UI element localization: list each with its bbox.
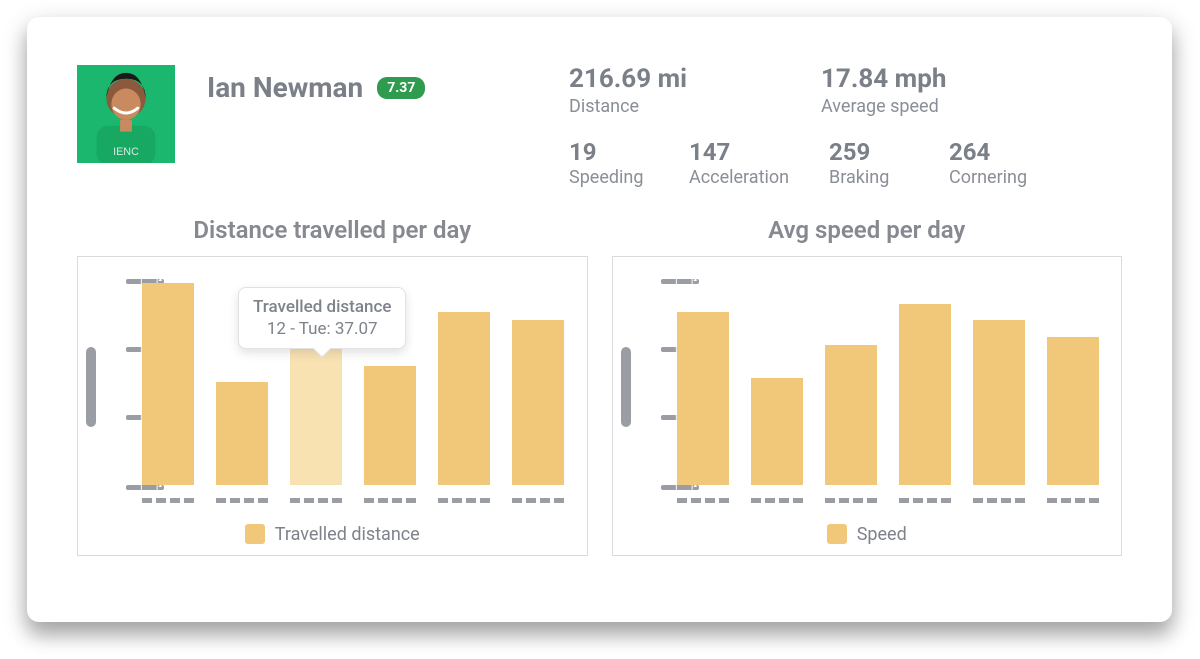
- chart-bar[interactable]: [364, 366, 416, 485]
- chart-bar[interactable]: [142, 283, 194, 485]
- chart-speed-bars: [673, 279, 1104, 485]
- chart-speed: Avg speed per day Speed: [612, 216, 1123, 556]
- driver-score-badge: 7.37: [377, 77, 425, 99]
- stat-cornering-value: 264: [949, 139, 1069, 165]
- chart-distance-box[interactable]: Travelled distance 12 - Tue: 37.07 Trave…: [77, 256, 588, 556]
- chart-distance-title: Distance travelled per day: [193, 216, 471, 244]
- chart-x-tick: [1047, 498, 1099, 503]
- chart-distance-xticks: [138, 498, 569, 503]
- stat-braking: 259 Braking: [829, 139, 949, 188]
- legend-swatch-icon: [827, 524, 847, 544]
- chart-bar[interactable]: [825, 345, 877, 485]
- chart-bar[interactable]: [216, 382, 268, 485]
- stat-braking-value: 259: [829, 139, 949, 165]
- chart-distance-y-slider[interactable]: [86, 347, 96, 427]
- chart-x-tick: [216, 498, 268, 503]
- chart-x-tick: [973, 498, 1025, 503]
- stat-avg-speed: 17.84 mph Average speed: [821, 65, 1073, 117]
- chart-bar[interactable]: [899, 304, 951, 485]
- chart-x-tick: [290, 498, 342, 503]
- chart-speed-xticks: [673, 498, 1104, 503]
- charts-row: Distance travelled per day Travelled dis…: [77, 216, 1122, 556]
- stat-avg-speed-label: Average speed: [821, 96, 1073, 117]
- stat-speeding-value: 19: [569, 139, 689, 165]
- chart-bar[interactable]: [512, 320, 564, 485]
- stat-speeding-label: Speeding: [569, 167, 689, 188]
- chart-distance-tooltip: Travelled distance 12 - Tue: 37.07: [238, 287, 406, 349]
- chart-distance-legend-label: Travelled distance: [275, 524, 420, 545]
- chart-x-tick: [677, 498, 729, 503]
- avatar-icon: IENC: [77, 65, 175, 163]
- chart-x-tick: [825, 498, 877, 503]
- stat-speeding: 19 Speeding: [569, 139, 689, 188]
- chart-distance-legend: Travelled distance: [78, 524, 587, 545]
- chart-speed-box[interactable]: Speed: [612, 256, 1123, 556]
- chart-x-tick: [364, 498, 416, 503]
- stat-distance-label: Distance: [569, 96, 821, 117]
- chart-bar[interactable]: [438, 312, 490, 485]
- avatar: IENC: [77, 65, 175, 163]
- driver-name-block: Ian Newman 7.37: [207, 65, 537, 188]
- chart-bar[interactable]: [290, 332, 342, 485]
- stat-braking-label: Braking: [829, 167, 949, 188]
- driver-dashboard-card: IENC Ian Newman 7.37 216.69 mi Distance …: [27, 17, 1172, 622]
- stat-distance-value: 216.69 mi: [569, 65, 821, 94]
- chart-bar[interactable]: [751, 378, 803, 485]
- stat-cornering-label: Cornering: [949, 167, 1069, 188]
- chart-speed-y-slider[interactable]: [621, 347, 631, 427]
- svg-text:IENC: IENC: [113, 146, 139, 158]
- tooltip-line: 12 - Tue: 37.07: [253, 318, 391, 340]
- driver-stats: 216.69 mi Distance 17.84 mph Average spe…: [569, 65, 1122, 188]
- chart-speed-legend-label: Speed: [857, 524, 907, 545]
- chart-speed-legend: Speed: [613, 524, 1122, 545]
- stat-acceleration-value: 147: [689, 139, 829, 165]
- chart-bar[interactable]: [973, 320, 1025, 485]
- stat-avg-speed-value: 17.84 mph: [821, 65, 1073, 94]
- stat-acceleration-label: Acceleration: [689, 167, 829, 188]
- stats-row-events: 19 Speeding 147 Acceleration 259 Braking…: [569, 139, 1122, 188]
- stat-cornering: 264 Cornering: [949, 139, 1069, 188]
- driver-name: Ian Newman: [207, 71, 363, 104]
- chart-distance: Distance travelled per day Travelled dis…: [77, 216, 588, 556]
- driver-header: IENC Ian Newman 7.37 216.69 mi Distance …: [77, 65, 1122, 188]
- stats-row-primary: 216.69 mi Distance 17.84 mph Average spe…: [569, 65, 1122, 117]
- chart-x-tick: [438, 498, 490, 503]
- chart-bar[interactable]: [1047, 337, 1099, 485]
- chart-x-tick: [142, 498, 194, 503]
- chart-bar[interactable]: [677, 312, 729, 485]
- chart-speed-title: Avg speed per day: [768, 216, 965, 244]
- stat-acceleration: 147 Acceleration: [689, 139, 829, 188]
- chart-x-tick: [899, 498, 951, 503]
- chart-x-tick: [751, 498, 803, 503]
- legend-swatch-icon: [245, 524, 265, 544]
- chart-x-tick: [512, 498, 564, 503]
- stat-distance: 216.69 mi Distance: [569, 65, 821, 117]
- tooltip-title: Travelled distance: [253, 296, 391, 318]
